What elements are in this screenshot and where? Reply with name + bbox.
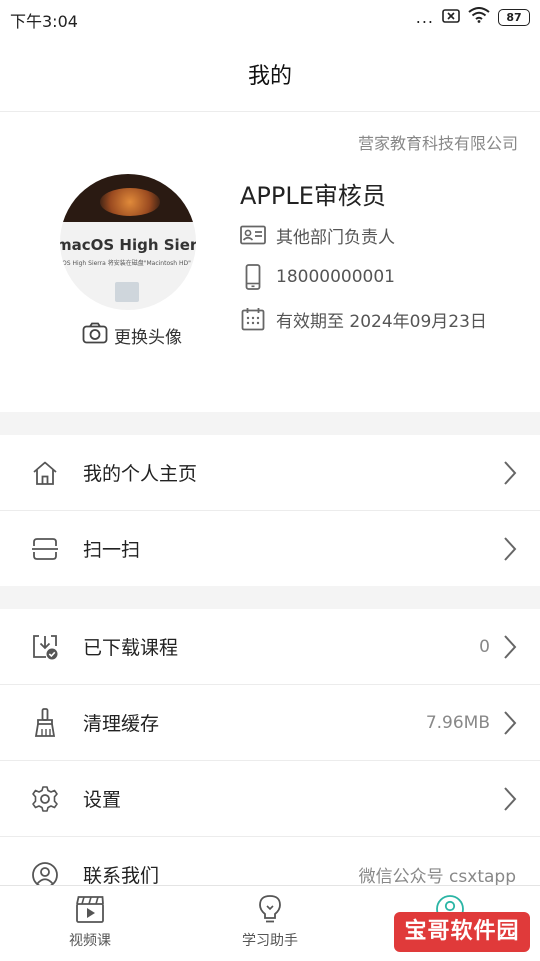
menu-label-scan: 扫一扫 (83, 539, 141, 561)
user-role: 其他部门负责人 (276, 227, 395, 248)
gear-icon (30, 784, 60, 814)
avatar[interactable]: macOS High Sierra OS High Sierra 将安装在磁盘"… (60, 174, 196, 310)
brush-icon (30, 707, 60, 738)
menu-item-clear-cache[interactable]: 清理缓存 7.96MB (0, 685, 540, 761)
phone-icon (240, 264, 266, 290)
watermark-logo: 宝哥软件园 (394, 912, 530, 952)
role-row: 其他部门负责人 (240, 222, 395, 248)
validity-row: 有效期至 2024年09月23日 (240, 306, 487, 332)
menu-label-settings: 设置 (83, 789, 122, 811)
company-name: 营家教育科技有限公司 (357, 134, 518, 153)
change-avatar-button[interactable]: 更换头像 (82, 322, 182, 349)
nav-bar: 我的 (0, 36, 540, 112)
id-card-icon (240, 222, 266, 248)
menu-label-homepage: 我的个人主页 (83, 463, 198, 485)
lightbulb-icon (256, 895, 284, 928)
camera-icon (82, 322, 108, 349)
menu-label-downloads: 已下载课程 (83, 637, 179, 659)
menu-label-clear-cache: 清理缓存 (83, 713, 160, 735)
chevron-right-icon (504, 710, 517, 735)
phone-row: 18000000001 (240, 264, 395, 290)
chevron-right-icon (504, 460, 517, 485)
avatar-image-subtext: OS High Sierra 将安装在磁盘"Macintosh HD" (62, 260, 191, 267)
battery-indicator: 87 (498, 8, 530, 26)
chevron-right-icon (504, 634, 517, 659)
cache-size: 7.96MB (425, 712, 490, 733)
menu-item-scan[interactable]: 扫一扫 (0, 511, 540, 586)
chevron-right-icon (504, 786, 517, 811)
chevron-right-icon (504, 536, 517, 561)
menu-label-contact: 联系我们 (83, 865, 160, 887)
status-bar: 下午3:04 ... 87 (0, 0, 540, 36)
tab-label-study: 学习助手 (242, 933, 298, 949)
downloads-count: 0 (479, 636, 490, 657)
contact-wechat: 微信公众号 csxtapp (358, 867, 516, 887)
calendar-icon (240, 306, 266, 332)
status-time: 下午3:04 (10, 12, 78, 31)
more-dots-icon: ... (415, 7, 434, 27)
download-icon (30, 632, 60, 662)
menu-item-downloads[interactable]: 已下载课程 0 (0, 609, 540, 685)
menu-item-settings[interactable]: 设置 (0, 761, 540, 837)
avatar-image-drive (115, 282, 139, 302)
wifi-icon (468, 7, 490, 27)
avatar-image-text: macOS High Sierra (60, 236, 196, 254)
validity-date: 有效期至 2024年09月23日 (276, 311, 487, 332)
sim-off-icon (442, 8, 460, 27)
tab-study-assistant[interactable]: 学习助手 (210, 894, 330, 950)
page-title: 我的 (247, 64, 292, 89)
menu-group-1: 我的个人主页 扫一扫 (0, 435, 540, 586)
scan-icon (30, 534, 60, 564)
user-phone: 18000000001 (276, 267, 395, 287)
menu-item-homepage[interactable]: 我的个人主页 (0, 435, 540, 511)
status-icons: ... 87 (416, 7, 530, 27)
tab-video-courses[interactable]: 视频课 (30, 894, 150, 950)
home-icon (30, 458, 60, 488)
change-avatar-label: 更换头像 (114, 328, 182, 348)
user-name: APPLE审核员 (240, 182, 386, 210)
avatar-image-glow (100, 188, 160, 216)
profile-card: 营家教育科技有限公司 macOS High Sierra OS High Sie… (0, 112, 540, 412)
tab-label-video: 视频课 (69, 933, 111, 949)
menu-group-2: 已下载课程 0 清理缓存 7.96MB 设置 联系我们 微信公众号 csxtap… (0, 609, 540, 912)
video-clapper-icon (75, 896, 105, 928)
